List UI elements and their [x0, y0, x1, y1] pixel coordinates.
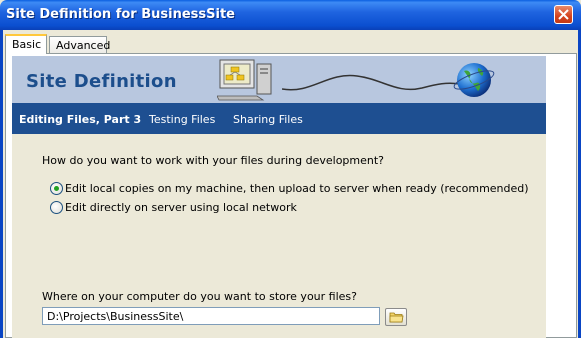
radio-selected-dot	[54, 186, 59, 191]
tab-basic[interactable]: Basic	[5, 34, 47, 54]
window-title: Site Definition for BusinessSite	[6, 7, 235, 22]
cable-line-icon	[282, 74, 461, 91]
steps-nav: Editing Files, Part 3 Testing Files Shar…	[12, 103, 546, 134]
location-question-label: Where on your computer do you want to st…	[42, 290, 357, 303]
radio-edit-server[interactable]	[50, 201, 63, 214]
step-editing-files[interactable]: Editing Files, Part 3	[19, 113, 141, 126]
computer-icon	[217, 59, 272, 101]
step-sharing-files[interactable]: Sharing Files	[233, 113, 303, 126]
folder-icon	[389, 312, 404, 323]
step-testing-files[interactable]: Testing Files	[149, 113, 215, 126]
close-icon	[558, 9, 569, 20]
radio-edit-local[interactable]	[50, 182, 63, 195]
local-folder-input[interactable]	[42, 307, 380, 325]
banner: Site Definition	[12, 56, 546, 103]
banner-title: Site Definition	[26, 71, 177, 92]
option-edit-server-label[interactable]: Edit directly on server using local netw…	[65, 201, 297, 214]
work-question-label: How do you want to work with your files …	[42, 154, 385, 167]
globe-icon	[453, 63, 495, 97]
title-bar[interactable]: Site Definition for BusinessSite	[0, 0, 581, 30]
option-edit-local-label[interactable]: Edit local copies on my machine, then up…	[65, 182, 529, 195]
tab-advanced[interactable]: Advanced	[49, 36, 110, 54]
browse-folder-button[interactable]	[385, 308, 407, 326]
close-button[interactable]	[554, 5, 573, 24]
